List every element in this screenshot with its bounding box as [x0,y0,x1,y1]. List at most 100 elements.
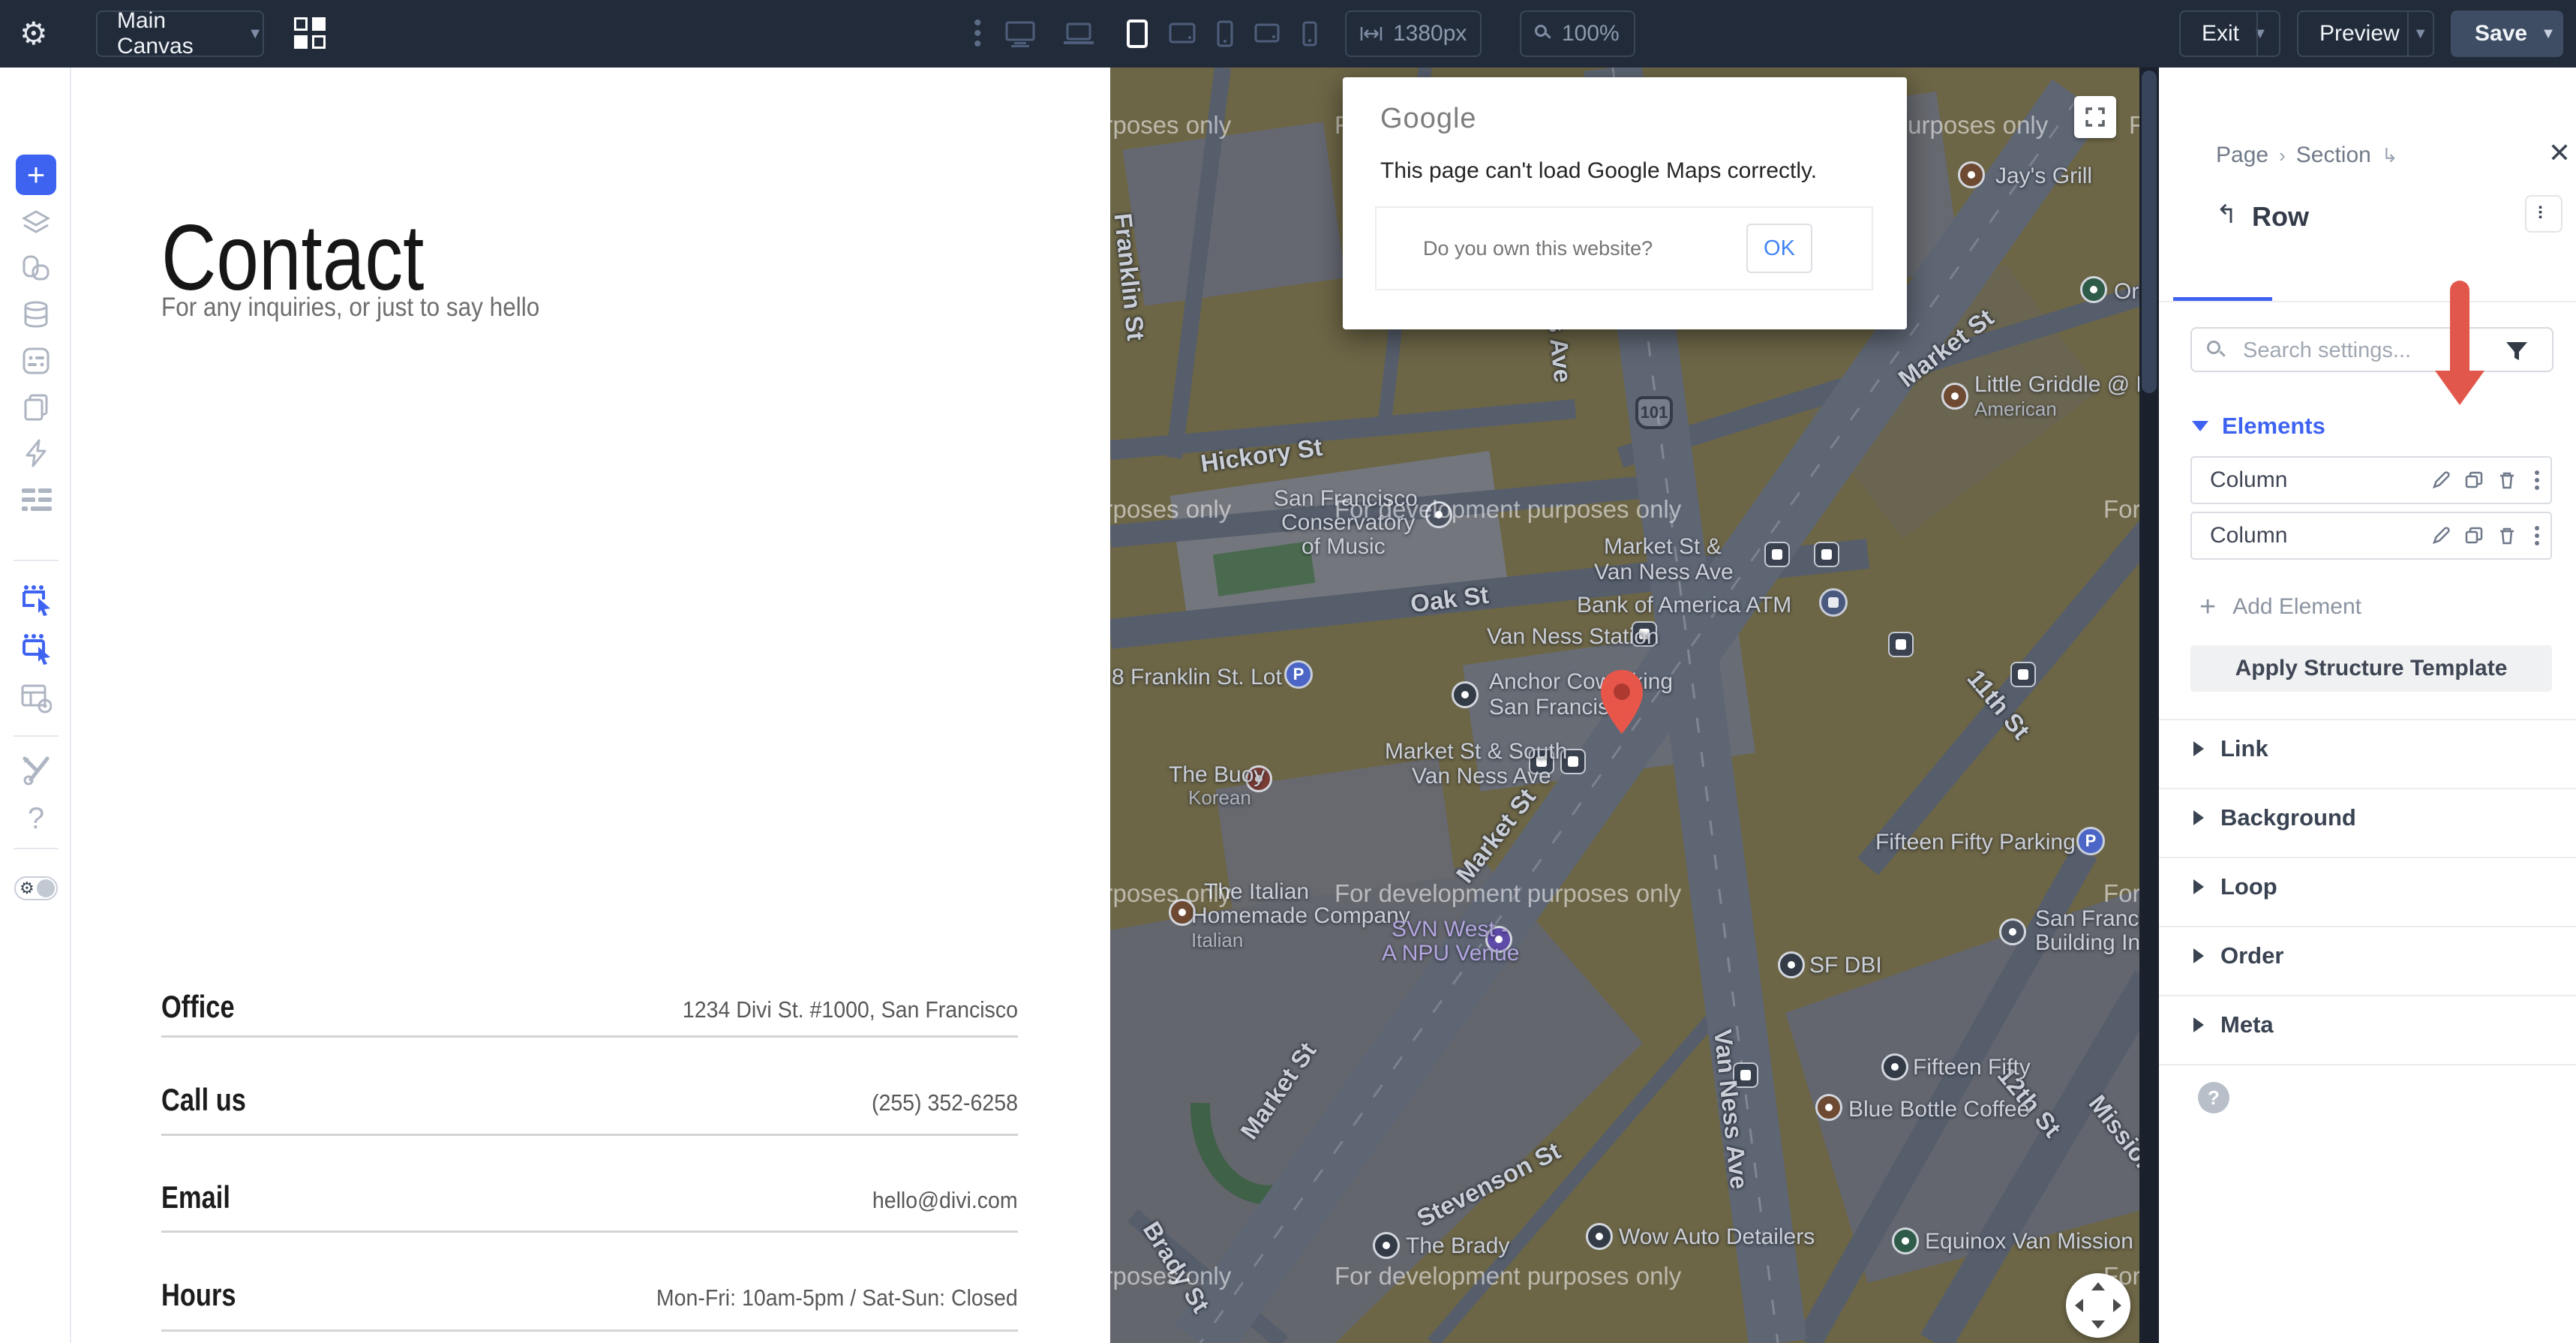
map-pan-control[interactable] [2066,1273,2130,1338]
canvas-selector-dropdown[interactable]: Main Canvas ▼ [96,11,264,57]
expand-triangle-icon [2193,1017,2204,1032]
duplicate-icon[interactable] [2457,470,2490,491]
google-maps-error-dialog: Google This page can't load Google Maps … [1343,77,1907,329]
copy-pages-icon[interactable] [20,392,52,423]
design-presets-icon[interactable] [20,253,52,284]
device-tablet-portrait-icon-active[interactable] [1127,20,1148,48]
duplicate-icon[interactable] [2457,525,2490,546]
section-link[interactable]: Link [2193,735,2268,762]
panel-options-button[interactable]: ⠇ [2525,195,2562,233]
element-row-column-2[interactable]: Column [2190,512,2552,560]
dialog-question: Do you own this website? [1423,208,1653,289]
preview-button[interactable]: Preview ▼ [2297,11,2434,57]
poi-icon [1373,1232,1400,1259]
section-background[interactable]: Background [2193,804,2356,831]
close-panel-button[interactable]: ✕ [2543,137,2576,170]
dialog-message: This page can't load Google Maps correct… [1380,158,1817,184]
help-icon[interactable]: ? [20,803,52,834]
panel-divider [2159,926,2576,927]
list-settings-icon[interactable] [20,484,52,515]
trash-icon[interactable] [2490,470,2523,491]
contact-label: Hours [161,1277,252,1313]
expand-triangle-icon [2193,879,2204,894]
add-element-button[interactable]: + Add Element [2199,593,2361,621]
preview-window-icon[interactable] [20,683,52,714]
route-101-shield: 101 [1635,396,1673,429]
elements-section-header[interactable]: Elements [2192,413,2325,440]
poi-label: The Buoy [1169,762,1265,788]
back-arrow-icon[interactable]: ↰ [2216,200,2238,230]
breadcrumb-section-link[interactable]: Section [2296,143,2371,168]
kebab-menu-icon[interactable] [2523,524,2550,547]
device-desktop-icon[interactable] [1005,21,1035,48]
canvas-selector-label: Main Canvas [117,8,234,59]
poi-label: San Francisco [2035,906,2150,932]
canvas-width-value: 1380px [1393,21,1467,47]
scrollbar-thumb[interactable] [2142,71,2157,393]
apply-structure-template-button[interactable]: Apply Structure Template [2190,645,2552,692]
intersection-label: Van Ness Ave [1594,560,1734,585]
canvas-scrollbar[interactable] [2139,68,2159,1343]
element-row-column-1[interactable]: Column [2190,456,2552,504]
width-arrows-icon [1360,26,1383,42]
add-module-button[interactable]: + [16,155,56,195]
database-icon[interactable] [20,299,52,330]
builder-mode-toggle[interactable]: ⚙ [14,876,58,900]
panel-help-button[interactable]: ? [2198,1082,2229,1113]
section-label: Background [2220,804,2356,831]
layers-icon[interactable] [20,206,52,238]
breadcrumb-page-link[interactable]: Page [2216,143,2268,168]
hover-mode-icon-active[interactable] [20,632,52,664]
map-fullscreen-button[interactable] [2074,96,2116,138]
device-phone-small-icon[interactable] [1302,21,1317,47]
contact-row-hours: Hours Mon-Fri: 10am-5pm / Sat-Sun: Close… [161,1277,1018,1313]
preview-dropdown-chevron-icon[interactable]: ▼ [2413,26,2428,43]
exit-dropdown-chevron-icon[interactable]: ▼ [2253,26,2268,43]
map-watermark: For development purposes only [1110,111,1231,140]
canvas-zoom-control[interactable]: 100% [1520,11,1635,57]
exit-button[interactable]: Exit ▼ [2179,11,2280,57]
grid-view-icon[interactable] [294,17,327,50]
filter-funnel-icon[interactable] [2504,339,2529,363]
transit-station-icon [1888,632,1914,657]
device-phone-portrait-icon[interactable] [1217,20,1233,47]
google-map-embed[interactable]: For development purposes only For develo… [1110,68,2150,1343]
exit-label: Exit [2202,21,2239,47]
more-options-icon[interactable]: ••• [974,18,982,50]
poi-label: Blue Bottle Coffee [1848,1097,2029,1122]
tools-icon[interactable] [20,754,52,786]
device-laptop-icon[interactable] [1064,23,1094,47]
trash-icon[interactable] [2490,525,2523,546]
click-mode-icon-active[interactable] [20,584,52,615]
canvas-width-control[interactable]: 1380px [1345,11,1482,57]
panel-divider [2159,301,2576,302]
device-tablet-landscape-icon[interactable] [1169,23,1196,44]
edit-pencil-icon[interactable] [2424,470,2457,491]
toggle-gear-icon: ⚙ [20,879,35,898]
edit-pencil-icon[interactable] [2424,525,2457,546]
section-label: Loop [2220,873,2277,900]
search-settings-box[interactable] [2190,327,2553,372]
section-loop[interactable]: Loop [2193,873,2277,900]
section-label: Meta [2220,1011,2274,1038]
breadcrumb-descend-icon: ↳ [2382,144,2398,167]
section-order[interactable]: Order [2193,942,2283,969]
contact-row-email: Email hello@divi.com [161,1179,1018,1215]
device-phone-landscape-icon[interactable] [1254,23,1280,43]
toggle-knob [37,879,55,897]
ok-button[interactable]: OK [1746,224,1812,273]
save-button[interactable]: Save ▼ [2451,11,2563,57]
canvas-contact-page[interactable]: Contact For any inquiries, or just to sa… [71,68,1110,1343]
row-divider [161,1035,1018,1038]
kebab-menu-icon[interactable] [2523,469,2550,491]
section-meta[interactable]: Meta [2193,1011,2274,1038]
annotation-arrow-stem [2450,281,2469,374]
transit-station-icon [2010,662,2036,687]
builder-settings-gear-icon[interactable]: ⚙ [20,17,48,51]
panel-divider [2159,788,2576,789]
lightning-icon[interactable] [20,437,52,469]
settings-panel-icon[interactable] [20,345,52,377]
map-watermark: For development purposes only [1335,1262,1681,1290]
poi-label: Bank of America ATM [1577,593,1791,618]
save-dropdown-chevron-icon[interactable]: ▼ [2541,26,2556,43]
